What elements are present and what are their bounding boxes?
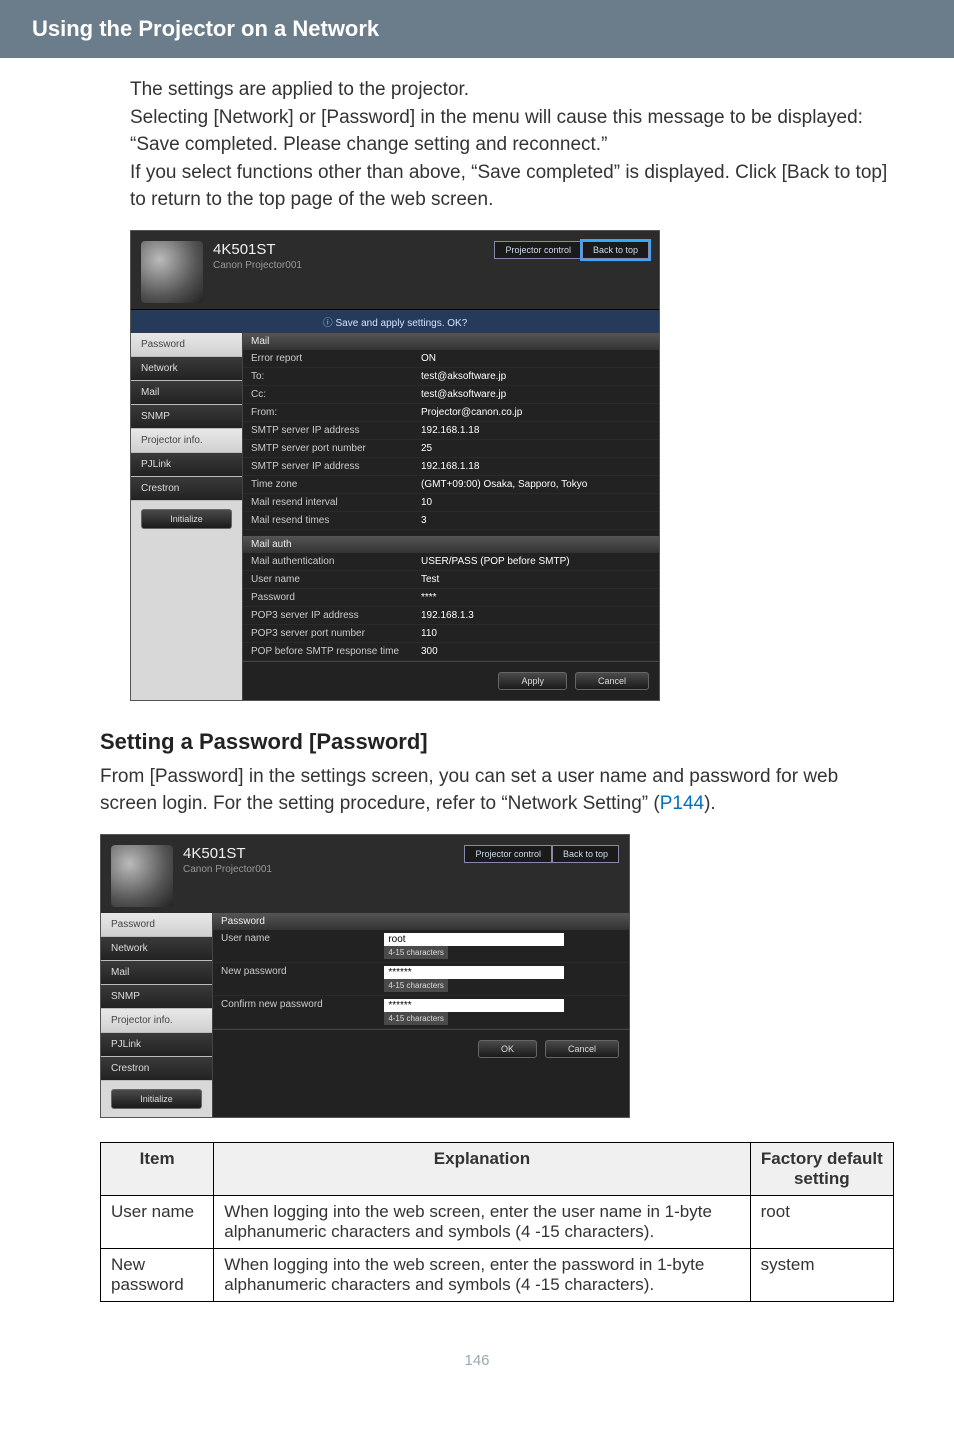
mailauth-panel-title: Mail auth [243, 536, 659, 553]
cancel-button[interactable]: Cancel [575, 672, 649, 690]
initialize-button[interactable]: Initialize [111, 1089, 202, 1109]
password-paragraph: From [Password] in the settings screen, … [0, 763, 954, 818]
back-to-top-button[interactable]: Back to top [552, 845, 619, 863]
cell-exp: When logging into the web screen, enter … [214, 1248, 750, 1301]
back-to-top-button[interactable]: Back to top [582, 241, 649, 259]
sidebar-item-crestron[interactable]: Crestron [131, 477, 242, 501]
mail-panel-title: Mail [243, 333, 659, 350]
col-default: Factory default setting [750, 1142, 893, 1195]
table-row: New password****** 4-15 characters [213, 963, 629, 996]
table-row: Cc:test@aksoftware.jp [243, 386, 659, 404]
sidebar-item-mail[interactable]: Mail [101, 961, 212, 985]
password-screenshot: 4K501ST Canon Projector001 Projector con… [100, 834, 954, 1118]
sidebar-item-pjlink[interactable]: PJLink [131, 453, 242, 477]
ok-button[interactable]: OK [478, 1040, 537, 1058]
projector-control-button[interactable]: Projector control [494, 241, 582, 259]
projector-control-button[interactable]: Projector control [464, 845, 552, 863]
sidebar-item-crestron[interactable]: Crestron [101, 1057, 212, 1081]
intro-block: The settings are applied to the projecto… [0, 76, 954, 214]
table-row: New password When logging into the web s… [101, 1248, 894, 1301]
apply-button[interactable]: Apply [498, 672, 567, 690]
table-row: Confirm new password****** 4-15 characte… [213, 996, 629, 1029]
password-p1a: From [Password] in the settings screen, … [100, 766, 838, 815]
table-row: User nameroot 4-15 characters [213, 930, 629, 963]
hint-text: 4-15 characters [384, 946, 448, 959]
sidebar-item-projector-info[interactable]: Projector info. [101, 1009, 212, 1033]
hint-text: 4-15 characters [384, 979, 448, 992]
sidebar-item-password[interactable]: Password [101, 913, 212, 937]
col-item: Item [101, 1142, 214, 1195]
password-panel-title: Password [213, 913, 629, 930]
table-row: Mail resend times3 [243, 512, 659, 530]
section-title: Using the Projector on a Network [32, 16, 954, 42]
table-row: SMTP server IP address192.168.1.18 [243, 422, 659, 440]
cell-def: root [750, 1195, 893, 1248]
initialize-button[interactable]: Initialize [141, 509, 232, 529]
model-name: 4K501ST [183, 845, 464, 862]
table-row: POP3 server port number110 [243, 625, 659, 643]
cancel-button[interactable]: Cancel [545, 1040, 619, 1058]
confirm-banner: Save and apply settings. OK? [131, 309, 659, 333]
sidebar-item-snmp[interactable]: SNMP [131, 405, 242, 429]
table-row: POP3 server IP address192.168.1.3 [243, 607, 659, 625]
table-row: Error reportON [243, 350, 659, 368]
intro-p2: Selecting [Network] or [Password] in the… [130, 104, 894, 159]
table-row: Mail resend interval10 [243, 494, 659, 512]
hint-text: 4-15 characters [384, 1012, 448, 1025]
table-row: SMTP server port number25 [243, 440, 659, 458]
sidebar-item-pjlink[interactable]: PJLink [101, 1033, 212, 1057]
logo-icon [111, 845, 173, 907]
table-row: User name When logging into the web scre… [101, 1195, 894, 1248]
logo-icon [141, 241, 203, 303]
page-number: 146 [0, 1352, 954, 1369]
cell-item: New password [101, 1248, 214, 1301]
table-row: Password**** [243, 589, 659, 607]
sidebar-item-network[interactable]: Network [101, 937, 212, 961]
password-heading: Setting a Password [Password] [0, 729, 954, 755]
table-row: SMTP server IP address192.168.1.18 [243, 458, 659, 476]
table-row: POP before SMTP response time300 [243, 643, 659, 661]
intro-p3: If you select functions other than above… [130, 159, 894, 214]
col-explanation: Explanation [214, 1142, 750, 1195]
model-name: 4K501ST [213, 241, 494, 258]
username-input[interactable]: root [384, 933, 564, 946]
cell-exp: When logging into the web screen, enter … [214, 1195, 750, 1248]
sidebar-item-mail[interactable]: Mail [131, 381, 242, 405]
explanation-table: Item Explanation Factory default setting… [100, 1142, 894, 1302]
projector-name: Canon Projector001 [183, 864, 464, 875]
sidebar-item-network[interactable]: Network [131, 357, 242, 381]
section-header: Using the Projector on a Network [0, 0, 954, 58]
sidebar-item-snmp[interactable]: SNMP [101, 985, 212, 1009]
table-row: User nameTest [243, 571, 659, 589]
table-row: Mail authenticationUSER/PASS (POP before… [243, 553, 659, 571]
cell-item: User name [101, 1195, 214, 1248]
confirmpassword-input[interactable]: ****** [384, 999, 564, 1012]
table-row: To:test@aksoftware.jp [243, 368, 659, 386]
sidebar-item-password[interactable]: Password [131, 333, 242, 357]
settings-sidebar: Password Network Mail SNMP Projector inf… [131, 333, 243, 700]
p144-link[interactable]: P144 [660, 793, 704, 814]
settings-sidebar: Password Network Mail SNMP Projector inf… [101, 913, 213, 1117]
intro-p1: The settings are applied to the projecto… [130, 76, 894, 104]
confirm-screenshot: 4K501ST Canon Projector001 Projector con… [130, 230, 954, 701]
password-p1b: ). [704, 793, 716, 814]
cell-def: system [750, 1248, 893, 1301]
newpassword-input[interactable]: ****** [384, 966, 564, 979]
table-row: Time zone(GMT+09:00) Osaka, Sapporo, Tok… [243, 476, 659, 494]
sidebar-item-projector-info[interactable]: Projector info. [131, 429, 242, 453]
projector-name: Canon Projector001 [213, 260, 494, 271]
table-row: From:Projector@canon.co.jp [243, 404, 659, 422]
